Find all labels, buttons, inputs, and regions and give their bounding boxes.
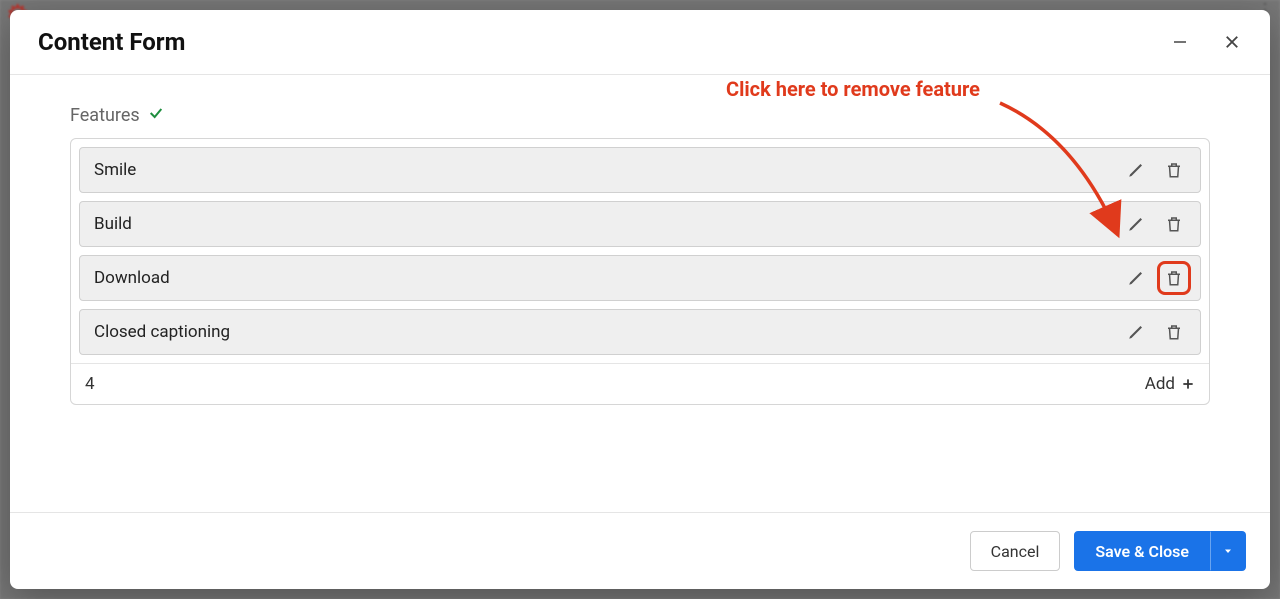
features-section-label: Features: [70, 105, 1210, 126]
save-button-group: Save & Close: [1074, 531, 1246, 571]
caret-down-icon: [1222, 545, 1234, 557]
add-label: Add: [1145, 374, 1175, 394]
content-form-modal: Content Form Click here to remove featur…: [10, 10, 1270, 589]
edit-button[interactable]: [1124, 158, 1148, 182]
features-footer: 4 Add: [71, 363, 1209, 404]
pencil-icon: [1127, 269, 1145, 287]
feature-label: Smile: [94, 160, 136, 180]
pencil-icon: [1127, 323, 1145, 341]
trash-icon: [1165, 215, 1183, 233]
close-button[interactable]: [1218, 28, 1246, 56]
highlighted-delete: [1157, 261, 1191, 295]
edit-button[interactable]: [1124, 266, 1148, 290]
modal-title: Content Form: [38, 28, 185, 56]
plus-icon: [1181, 377, 1195, 391]
save-dropdown-button[interactable]: [1210, 531, 1246, 571]
save-close-button[interactable]: Save & Close: [1074, 531, 1210, 571]
feature-row[interactable]: Build: [79, 201, 1201, 247]
minimize-icon: [1171, 33, 1189, 51]
modal-header: Content Form: [10, 10, 1270, 75]
edit-button[interactable]: [1124, 212, 1148, 236]
trash-icon: [1165, 269, 1183, 287]
feature-label: Download: [94, 268, 170, 288]
feature-row[interactable]: Closed captioning: [79, 309, 1201, 355]
delete-button[interactable]: [1162, 266, 1186, 290]
feature-label: Build: [94, 214, 132, 234]
pencil-icon: [1127, 215, 1145, 233]
window-controls: [1166, 28, 1246, 56]
close-icon: [1223, 33, 1241, 51]
add-feature-button[interactable]: Add: [1145, 374, 1195, 394]
cancel-button[interactable]: Cancel: [970, 531, 1061, 571]
delete-button[interactable]: [1162, 320, 1186, 344]
modal-footer: Cancel Save & Close: [10, 512, 1270, 589]
feature-row[interactable]: Download: [79, 255, 1201, 301]
trash-icon: [1165, 161, 1183, 179]
delete-button[interactable]: [1162, 158, 1186, 182]
features-count: 4: [85, 374, 95, 394]
features-label-text: Features: [70, 105, 140, 126]
check-icon: [148, 105, 164, 126]
modal-body: Click here to remove feature Features Sm…: [10, 75, 1270, 512]
annotation-text: Click here to remove feature: [726, 77, 980, 101]
minimize-button[interactable]: [1166, 28, 1194, 56]
feature-label: Closed captioning: [94, 322, 230, 342]
trash-icon: [1165, 323, 1183, 341]
features-list: Smile Build: [70, 138, 1210, 405]
edit-button[interactable]: [1124, 320, 1148, 344]
delete-button[interactable]: [1162, 212, 1186, 236]
feature-row[interactable]: Smile: [79, 147, 1201, 193]
pencil-icon: [1127, 161, 1145, 179]
